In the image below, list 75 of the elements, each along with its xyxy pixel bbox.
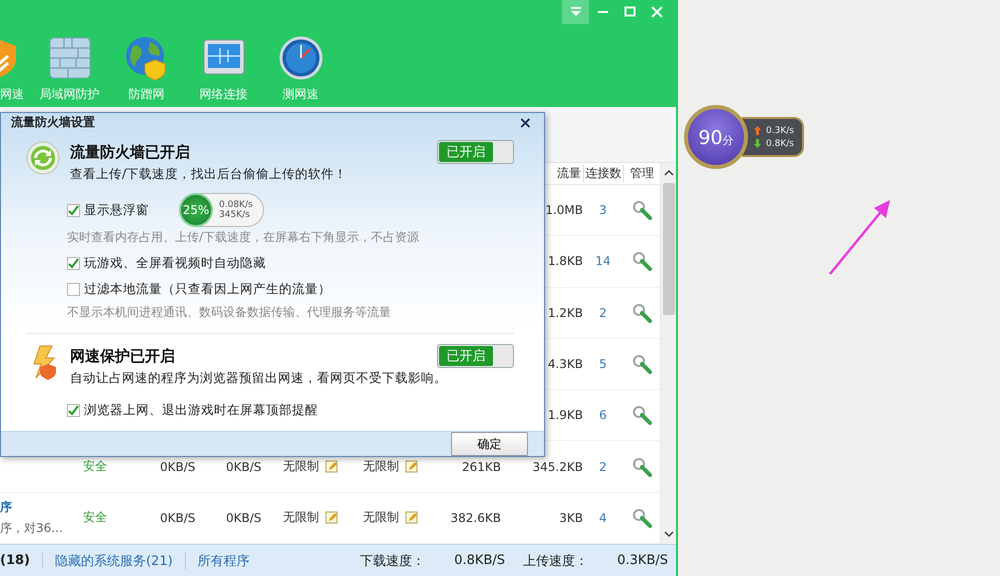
table-cell-text: 1.0MB [544,203,583,218]
section-title: 流量防火墙已开启 [70,142,190,162]
table-cell-text: 261KB [460,460,502,474]
table-cell-text: 1.9KB [546,408,583,422]
speed-label: 上传速度： [523,552,588,570]
download-speed: 0.8K/s [766,138,794,148]
table-cell-text: 4.3KB [546,357,583,372]
edit-icon[interactable] [405,460,418,474]
option-label: 浏览器上网、退出游戏时在屏幕顶部提醒 [84,402,318,418]
close-icon [648,4,664,20]
score-value: 90 [698,127,723,149]
toggle-switch[interactable]: 已开启 [437,344,514,368]
toggle-switch[interactable]: 已开启 [437,140,514,164]
checkbox[interactable] [67,256,80,270]
connection-count: 2 [598,306,608,320]
table-cell-text: 1.2KB [546,306,583,320]
section-title: 网速保护已开启 [70,346,175,366]
table-cell-text: 345.2KB [532,460,583,474]
shield-icon [0,38,16,78]
option-hint: 实时查看内存占用、上传/下载速度，在屏幕右下角显示，不占资源 [67,229,420,246]
speed-value: 0.3KB/S [616,553,668,568]
section-description: 查看上传/下载速度，找出后台偷偷上传的软件！ [70,166,348,183]
table-cell-text: 0KB/S [159,510,196,525]
upload-speed: 0.3K/s [766,126,794,136]
limit-value: 无限制 [363,458,399,476]
ok-button[interactable]: 确定 [451,432,528,456]
edit-icon[interactable] [325,511,338,524]
upload-speed: 0.08K/s [219,200,253,210]
close-button[interactable]: × [518,113,532,132]
checkbox[interactable] [67,404,80,416]
limit-value: 无限制 [283,509,319,526]
scrollbar[interactable] [660,163,676,544]
connection-count: 6 [598,408,608,422]
score-unit: 分 [722,133,734,148]
filter-link[interactable]: 隐藏的系统服务(21) [42,552,186,570]
option-label: 过滤本地流量（只查看因上网产生的流量） [84,280,331,298]
table-cell-text: 1.8KB [546,254,583,268]
upload-arrow-icon [754,126,761,135]
option-hint: 不显示本机间进程通讯、数码设备数据传输、代理服务等流量 [67,304,392,321]
connection-count: 2 [598,460,608,474]
dialog-title: 流量防火墙设置 [11,114,95,131]
count-label[interactable]: (18) [0,553,43,568]
option-label: 显示悬浮窗 [84,202,149,218]
speed-label: 下载速度： [360,552,425,570]
edit-icon[interactable] [325,460,338,474]
connection-count: 14 [594,254,612,268]
checkbox[interactable] [67,204,80,216]
connection-count: 5 [598,357,608,372]
checkbox[interactable] [67,282,80,296]
status-cell-text: 安全 [82,458,108,476]
edit-icon[interactable] [405,511,418,524]
table-cell-text: 0KB/S [159,460,196,474]
section-description: 自动让占网速的程序为浏览器预留出网速，看网页不受下载影响。 [70,370,448,387]
table-cell-text: 382.6KB [450,510,502,525]
refresh-icon [26,140,60,176]
download-speed: 345K/s [219,210,251,220]
usage-percent: 25% [179,192,213,226]
table-cell-text: 3KB [558,510,583,525]
speed-value: 0.8KB/S [453,553,505,568]
minimize-icon [598,11,608,13]
connection-count: 4 [598,510,608,525]
program-description: 序，对36... [0,520,64,537]
status-cell-text: 安全 [82,509,108,526]
limit-value: 无限制 [283,458,319,476]
option-label: 玩游戏、全屏看视频时自动隐藏 [84,254,266,272]
table-cell-text: 0KB/S [225,510,262,525]
gauge-icon [276,34,324,82]
connection-count: 3 [598,203,608,218]
filter-link[interactable]: 所有程序 [186,552,262,570]
limit-value: 无限制 [363,509,399,526]
dropdown-button[interactable] [562,0,589,24]
column-header[interactable]: 连接数 [583,165,623,182]
program-name: 序 [0,498,13,516]
download-arrow-icon [754,139,761,148]
table-cell-text: 0KB/S [225,460,262,474]
